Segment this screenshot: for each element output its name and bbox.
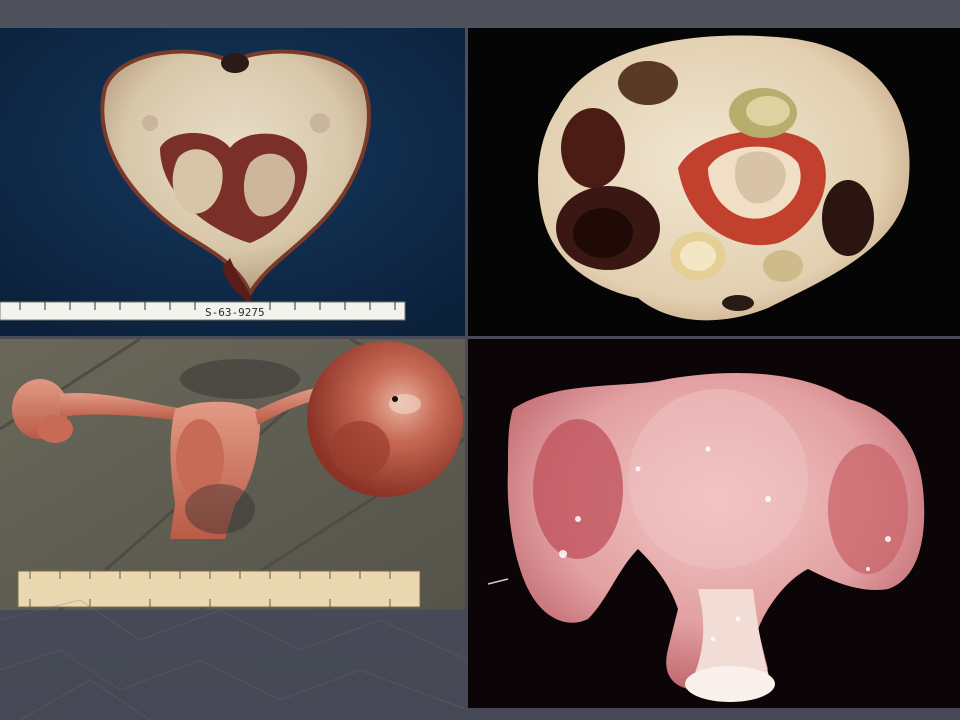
specimen-photo-bottom-right bbox=[468, 339, 960, 708]
specimen-photo-bottom-left-image bbox=[0, 339, 465, 610]
ruler-label: S-63-9275 bbox=[205, 306, 265, 319]
specimen-photo-top-left-image: S-63-9275 bbox=[0, 28, 465, 336]
specimen-photo-bottom-right-image bbox=[468, 339, 960, 708]
specimen-photo-top-right-image bbox=[468, 28, 960, 336]
specimen-photo-top-left: S-63-9275 bbox=[0, 28, 465, 336]
slide-canvas: S-63-9275 bbox=[0, 0, 960, 720]
specimen-photo-bottom-left bbox=[0, 339, 465, 610]
specimen-photo-top-right bbox=[468, 28, 960, 336]
slide-top-band bbox=[0, 0, 960, 28]
decorative-background-lines bbox=[0, 600, 468, 720]
